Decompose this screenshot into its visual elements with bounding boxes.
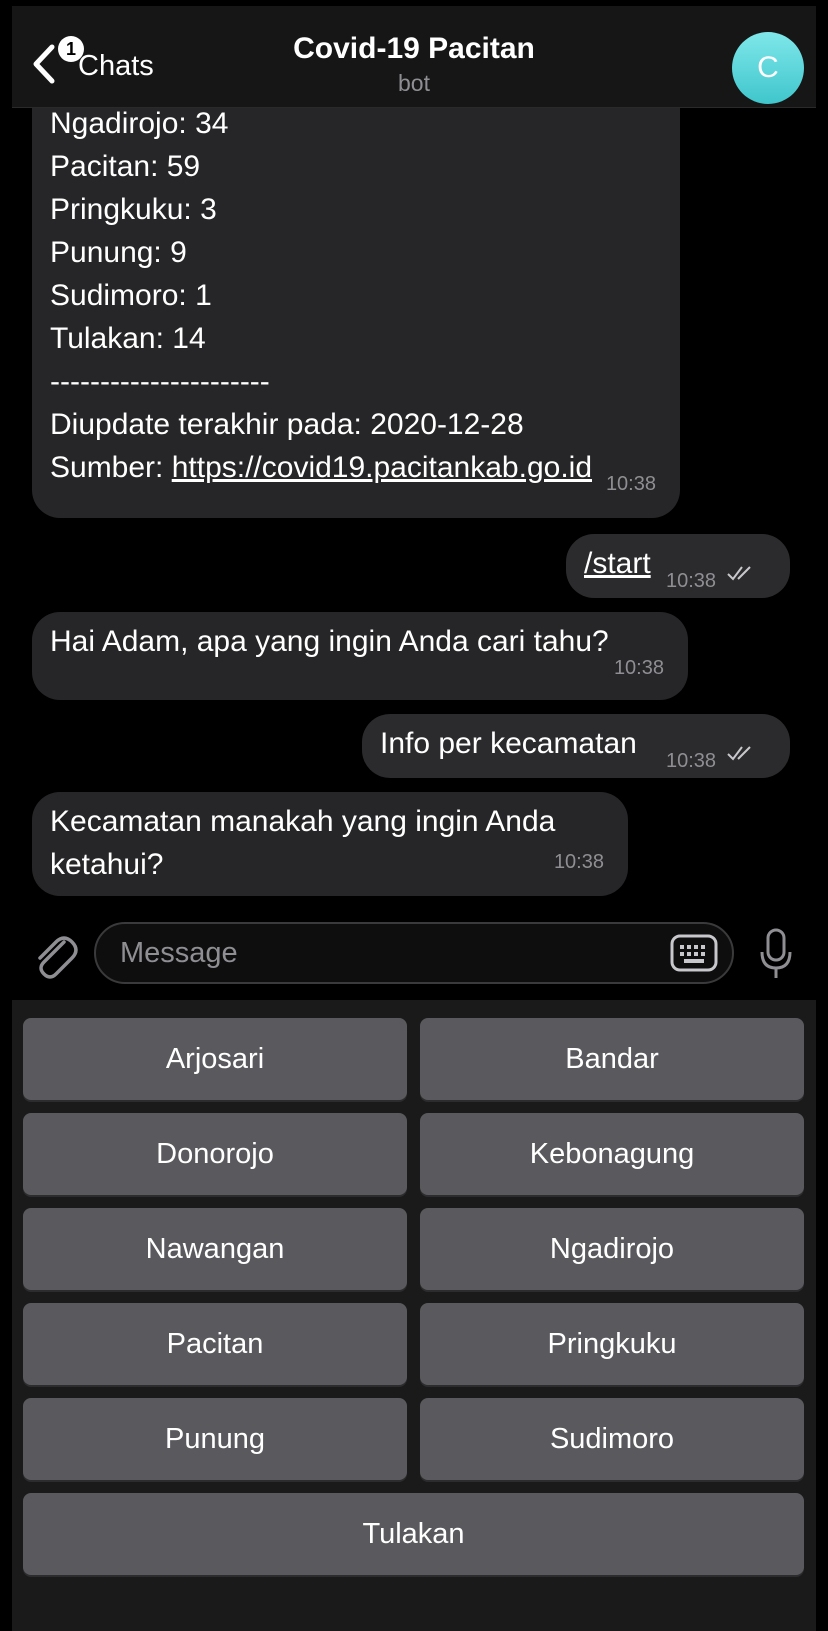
question-line: Kecamatan manakah yang ingin Anda	[50, 805, 556, 838]
input-bar	[0, 908, 828, 1000]
stats-line: Ngadirojo: 34	[50, 107, 229, 140]
chat-title-area[interactable]: Covid-19 Pacitan bot	[12, 32, 816, 97]
district-button[interactable]: Nawangan	[23, 1208, 407, 1290]
info-text: Info per kecamatan	[380, 727, 637, 760]
double-check-icon	[727, 566, 751, 581]
message-info-request: Info per kecamatan 10:38	[362, 714, 790, 778]
district-button[interactable]: Ngadirojo	[420, 1208, 804, 1290]
stats-line: Pacitan: 59	[50, 150, 201, 183]
chat-header: 1 Chats Covid-19 Pacitan bot C	[12, 6, 816, 108]
district-button[interactable]: Bandar	[420, 1018, 804, 1100]
source-prefix: Sumber:	[50, 451, 172, 484]
start-command-link[interactable]: /start	[584, 547, 651, 580]
question-line: ketahui?	[50, 848, 164, 881]
stats-line: Sudimoro: 1	[50, 279, 212, 312]
district-button[interactable]: Tulakan	[23, 1493, 804, 1575]
message-time: 10:38	[553, 851, 604, 873]
stats-line: Tulakan: 14	[50, 322, 206, 355]
district-button[interactable]: Pacitan	[23, 1303, 407, 1385]
district-button[interactable]: Sudimoro	[420, 1398, 804, 1480]
stats-separator: ----------------------	[50, 365, 270, 398]
chat-subtitle: bot	[398, 70, 430, 96]
chat-title: Covid-19 Pacitan	[293, 32, 535, 65]
bot-reply-keyboard: Arjosari Bandar Donorojo Kebonagung Nawa…	[12, 1000, 816, 1631]
message-district-stats: Ngadirojo: 34 Pacitan: 59 Pringkuku: 3 P…	[32, 50, 680, 518]
message-question: Kecamatan manakah yang ingin Anda ketahu…	[32, 792, 628, 896]
avatar[interactable]: C	[732, 32, 804, 104]
message-time: 10:38	[613, 657, 664, 679]
stats-updated-date: Diupdate terakhir pada: 2020-12-28	[50, 408, 524, 441]
district-button[interactable]: Donorojo	[23, 1113, 407, 1195]
stats-source: Sumber: https://covid19.pacitankab.go.id	[50, 446, 662, 489]
message-time: 10:38	[666, 570, 717, 592]
district-button[interactable]: Arjosari	[23, 1018, 407, 1100]
district-button[interactable]: Kebonagung	[420, 1113, 804, 1195]
stats-line: Pringkuku: 3	[50, 193, 217, 226]
chat-area: Ngadirojo: 34 Pacitan: 59 Pringkuku: 3 P…	[0, 0, 828, 900]
message-time: 10:38	[605, 473, 656, 495]
stats-line: Punung: 9	[50, 236, 187, 269]
keyboard-icon[interactable]	[670, 934, 718, 972]
microphone-icon[interactable]	[758, 928, 794, 980]
district-button[interactable]: Pringkuku	[420, 1303, 804, 1385]
source-link[interactable]: https://covid19.pacitankab.go.id	[172, 451, 592, 484]
message-greeting: Hai Adam, apa yang ingin Anda cari tahu?…	[32, 612, 688, 700]
message-start-command: /start 10:38	[566, 534, 790, 598]
message-input[interactable]	[94, 922, 734, 984]
greeting-text: Hai Adam, apa yang ingin Anda cari tahu?	[50, 625, 609, 658]
paperclip-icon[interactable]	[30, 928, 78, 980]
district-button[interactable]: Punung	[23, 1398, 407, 1480]
message-time: 10:38	[666, 750, 717, 772]
double-check-icon	[727, 746, 751, 761]
